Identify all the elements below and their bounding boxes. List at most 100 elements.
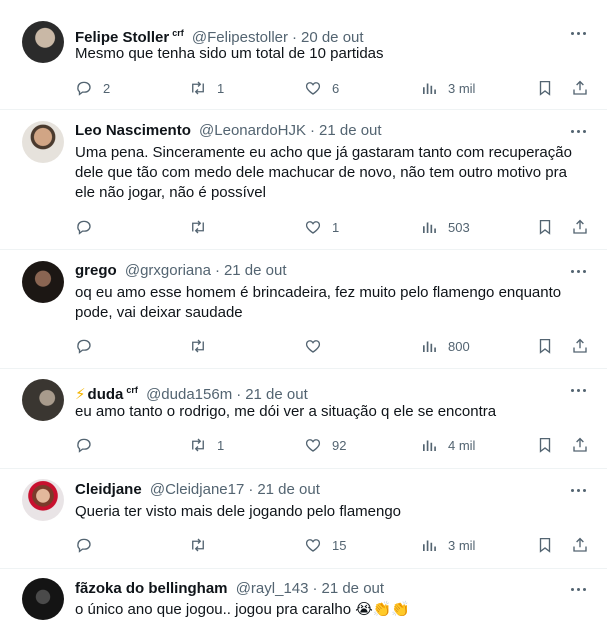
- like-count: 15: [332, 537, 347, 553]
- user-handle[interactable]: @grxgoriana: [125, 262, 211, 279]
- views-button[interactable]: 3 mil: [420, 77, 475, 99]
- retweet-button[interactable]: [189, 216, 217, 238]
- avatar[interactable]: [22, 21, 64, 63]
- like-button[interactable]: 15: [304, 534, 346, 556]
- retweet-button[interactable]: [189, 534, 217, 556]
- share-button[interactable]: [571, 216, 589, 238]
- more-options-icon[interactable]: [567, 481, 591, 499]
- avatar[interactable]: [22, 121, 64, 163]
- tweet-actions: 1 503: [75, 216, 595, 238]
- more-options-icon[interactable]: [567, 122, 591, 140]
- more-options-icon[interactable]: [567, 381, 591, 399]
- separator-dot: ·: [236, 386, 242, 403]
- share-button[interactable]: [571, 77, 589, 99]
- more-options-icon[interactable]: [567, 24, 591, 42]
- more-options-icon[interactable]: [567, 580, 591, 598]
- retweet-button[interactable]: [189, 335, 217, 357]
- user-badge: crf: [172, 28, 184, 38]
- bookmark-button[interactable]: [536, 534, 554, 556]
- like-button[interactable]: 92: [304, 434, 346, 456]
- share-icon: [573, 437, 587, 452]
- user-handle[interactable]: @LeonardoHJK: [199, 122, 306, 139]
- reply-icon: [77, 339, 91, 354]
- tweet-text: oq eu amo esse homem é brincadeira, fez …: [75, 283, 590, 323]
- bookmark-button[interactable]: [536, 335, 554, 357]
- retweet-icon: [192, 81, 204, 95]
- lightning-icon: ⚡: [75, 386, 86, 403]
- like-button[interactable]: [304, 335, 332, 357]
- display-name[interactable]: Cleidjane: [75, 481, 142, 498]
- display-name[interactable]: fãzoka do bellingham: [75, 580, 228, 597]
- views-count: 4 mil: [448, 437, 476, 453]
- reply-icon: [77, 81, 91, 96]
- tweet[interactable]: Cleidjane @Cleidjane17 · 21 de out Queria …: [0, 469, 607, 569]
- tweet-actions: 1 92 4 mil: [75, 434, 595, 456]
- tweet-header: Leo Nascimento @LeonardoHJK · 21 de out: [75, 120, 382, 142]
- tweet[interactable]: grego @grxgoriana · 21 de out oq eu amo es…: [0, 250, 607, 369]
- tweet[interactable]: Leo Nascimento @LeonardoHJK · 21 de out Um…: [0, 110, 607, 250]
- share-button[interactable]: [571, 534, 589, 556]
- share-icon: [573, 537, 587, 552]
- tweet-header: grego @grxgoriana · 21 de out: [75, 260, 287, 282]
- views-count: 800: [448, 338, 470, 354]
- avatar[interactable]: [22, 261, 64, 303]
- user-handle[interactable]: @rayl_143: [236, 580, 309, 597]
- timestamp[interactable]: 21 de out: [319, 122, 382, 139]
- bookmark-button[interactable]: [536, 434, 554, 456]
- tweet-header: Felipe Stoller crf @Felipestoller · 20 de o…: [75, 22, 364, 46]
- avatar[interactable]: [22, 479, 64, 521]
- like-button[interactable]: 6: [304, 77, 339, 99]
- bookmark-button[interactable]: [536, 216, 554, 238]
- tweet-header: Cleidjane @Cleidjane17 · 21 de out: [75, 479, 320, 501]
- views-button[interactable]: 503: [420, 216, 470, 238]
- retweet-button[interactable]: 1: [189, 77, 224, 99]
- share-button[interactable]: [571, 335, 589, 357]
- views-button[interactable]: 800: [420, 335, 470, 357]
- views-count: 3 mil: [448, 80, 476, 96]
- timestamp[interactable]: 21 de out: [257, 481, 320, 498]
- reply-button[interactable]: 2: [75, 77, 110, 99]
- avatar[interactable]: [22, 578, 64, 620]
- retweet-count: 1: [217, 80, 225, 96]
- user-handle[interactable]: @duda156m: [146, 386, 232, 403]
- reply-icon: [77, 220, 91, 235]
- more-options-icon[interactable]: [567, 262, 591, 280]
- retweet-icon: [192, 538, 204, 552]
- tweet[interactable]: fãzoka do bellingham @rayl_143 · 21 de out…: [0, 569, 607, 624]
- tweet[interactable]: ⚡ duda crf @duda156m · 21 de out eu amo tant…: [0, 369, 607, 469]
- reply-button[interactable]: [75, 216, 103, 238]
- views-button[interactable]: 4 mil: [420, 434, 475, 456]
- views-button[interactable]: 3 mil: [420, 534, 475, 556]
- user-handle[interactable]: @Cleidjane17: [150, 481, 244, 498]
- timestamp[interactable]: 21 de out: [224, 262, 287, 279]
- tweet[interactable]: Felipe Stoller crf @Felipestoller · 20 de o…: [0, 0, 607, 110]
- tweet-text-line: Uma pena. Sinceramente eu acho que já ga…: [75, 144, 572, 161]
- heart-icon: [305, 340, 321, 353]
- reply-button[interactable]: [75, 534, 103, 556]
- display-name[interactable]: grego: [75, 262, 117, 279]
- retweet-button[interactable]: 1: [189, 434, 224, 456]
- tweet-text: Queria ter visto mais dele jogando pelo …: [75, 502, 590, 522]
- separator-dot: ·: [312, 580, 318, 597]
- heart-icon: [305, 221, 321, 234]
- tweet-text-line: eu amo tanto o rodrigo, me dói ver a sit…: [75, 403, 497, 420]
- timestamp[interactable]: 21 de out: [321, 580, 384, 597]
- share-icon: [573, 80, 587, 95]
- reply-button[interactable]: [75, 434, 103, 456]
- display-name[interactable]: Leo Nascimento: [75, 122, 191, 139]
- like-button[interactable]: 1: [304, 216, 339, 238]
- retweet-count: 1: [217, 437, 225, 453]
- tweet-text-line: Mesmo que tenha sido um total de 10 part…: [75, 45, 384, 62]
- bookmark-button[interactable]: [536, 77, 554, 99]
- tweet-text-line: ele não jogar, não é possível: [75, 184, 266, 201]
- share-icon: [573, 219, 587, 234]
- heart-icon: [305, 539, 321, 552]
- share-button[interactable]: [571, 434, 589, 456]
- avatar[interactable]: [22, 379, 64, 421]
- tweet-header: ⚡ duda crf @duda156m · 21 de out: [75, 379, 308, 403]
- timestamp[interactable]: 21 de out: [245, 386, 308, 403]
- reply-button[interactable]: [75, 335, 103, 357]
- tweet-text-line: pode, vai deixar saudade: [75, 304, 243, 321]
- display-name[interactable]: duda: [88, 386, 124, 403]
- tweet-actions: 2 1 6 3 mil: [75, 77, 595, 99]
